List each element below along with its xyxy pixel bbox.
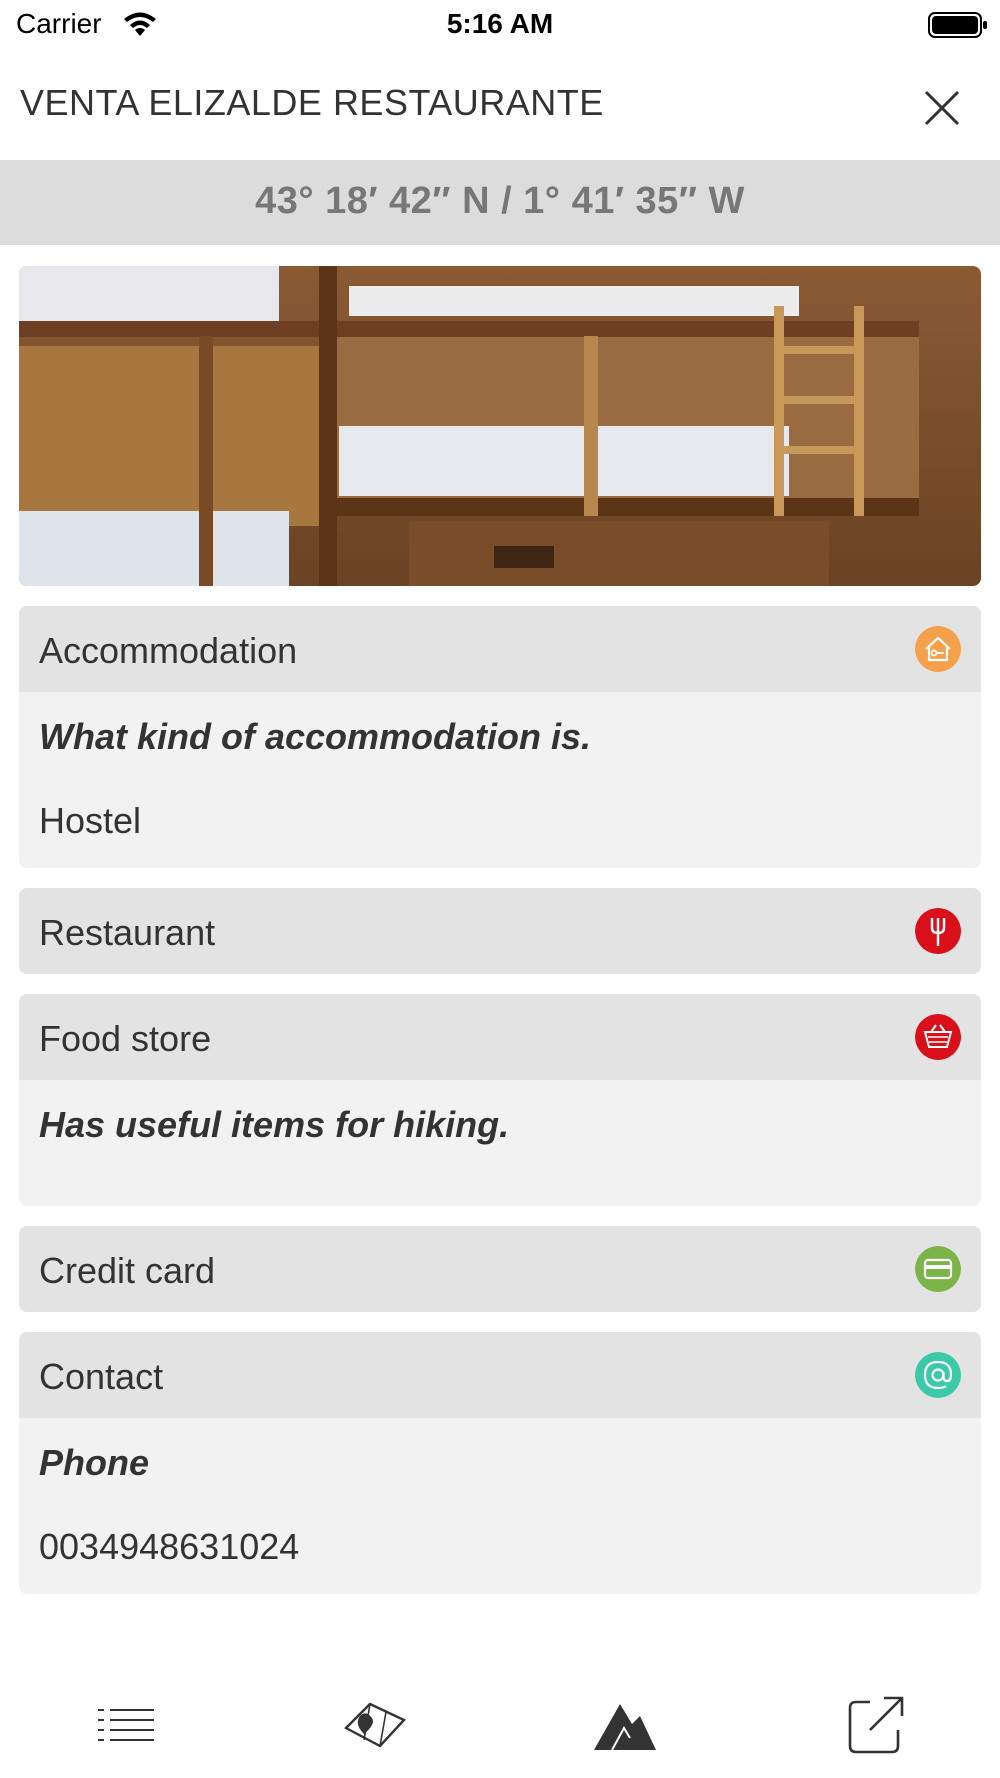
accommodation-header[interactable]: Accommodation [19,606,981,692]
restaurant-header[interactable]: Restaurant [19,888,981,974]
accommodation-card: Accommodation What kind of accommodation… [19,606,981,868]
accommodation-question: What kind of accommodation is. [39,716,592,757]
accommodation-title: Accommodation [39,630,298,671]
food-store-card: Food store Has useful items for hiking. [19,994,981,1206]
coordinates-text: 43° 18′ 42″ N / 1° 41′ 35″ W [255,180,745,222]
contact-phone-label: Phone [39,1442,150,1483]
accommodation-value: Hostel [39,800,142,841]
fork-icon [915,908,961,954]
contact-phone-value[interactable]: 0034948631024 [19,1484,981,1568]
contact-card: Contact Phone 0034948631024 [19,1332,981,1594]
house-key-icon [915,626,961,672]
list-icon[interactable] [90,1690,160,1760]
page-title: VENTA ELIZALDE RESTAURANTE [20,82,604,123]
food-store-description: Has useful items for hiking. [39,1104,510,1145]
contact-title: Contact [39,1356,164,1397]
restaurant-title: Restaurant [39,912,216,953]
basket-icon [915,1014,961,1060]
bunk-room-photo [19,266,981,586]
contact-header[interactable]: Contact [19,1332,981,1418]
food-store-header[interactable]: Food store [19,994,981,1080]
status-bar: Carrier 5:16 AM [0,0,1000,50]
share-icon[interactable] [840,1690,910,1760]
credit-card-icon [915,1246,961,1292]
credit-card-card: Credit card [19,1226,981,1312]
restaurant-card: Restaurant [19,888,981,974]
map-icon[interactable] [340,1690,410,1760]
status-time: 5:16 AM [446,8,554,39]
tab-bar [0,1680,1000,1770]
credit-card-header[interactable]: Credit card [19,1226,981,1312]
close-icon[interactable] [912,78,972,138]
credit-card-title: Credit card [39,1250,216,1291]
at-icon [915,1352,961,1398]
battery-icon [928,12,987,38]
food-store-title: Food store [39,1018,212,1059]
coordinates-bar: 43° 18′ 42″ N / 1° 41′ 35″ W [0,160,1000,245]
header: VENTA ELIZALDE RESTAURANTE [0,50,1000,160]
mountain-icon[interactable] [590,1690,660,1760]
